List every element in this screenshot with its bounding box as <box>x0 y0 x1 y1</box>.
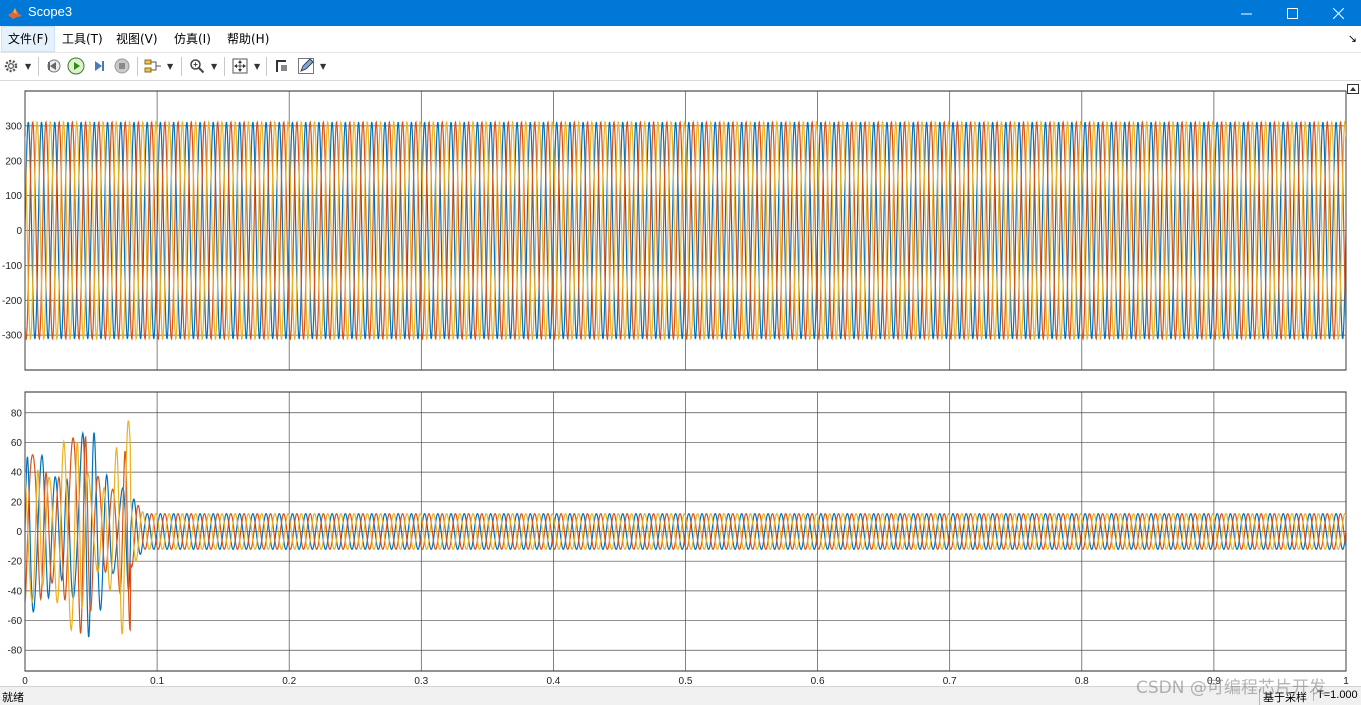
undock-icon[interactable] <box>1347 84 1359 94</box>
chevron-down-icon[interactable]: ▼ <box>320 62 326 71</box>
close-button[interactable] <box>1315 0 1361 26</box>
y-tick-label: 40 <box>11 468 23 479</box>
chevron-down-icon[interactable]: ▼ <box>254 62 260 71</box>
toolbar-separator <box>181 57 182 76</box>
y-tick-label: -300 <box>2 331 22 342</box>
x-tick-label: 0.7 <box>943 676 957 684</box>
x-tick-label: 0.8 <box>1075 676 1089 684</box>
zoom-button[interactable] <box>187 56 207 76</box>
menu-bar: 文件(F) 工具(T) 视图(V) 仿真(I) 帮助(H) ↘ <box>0 26 1361 53</box>
run-button[interactable] <box>66 56 86 76</box>
x-tick-label: 1 <box>1343 676 1349 684</box>
stop-icon <box>114 58 130 74</box>
x-tick-label: 0.5 <box>679 676 693 684</box>
x-tick-label: 0.1 <box>150 676 164 684</box>
chevron-down-icon[interactable]: ▼ <box>167 62 173 71</box>
stop-button[interactable] <box>112 56 132 76</box>
matlab-icon <box>8 8 22 19</box>
run-icon <box>67 57 85 75</box>
toolbar-separator <box>137 57 138 76</box>
y-tick-label: 60 <box>11 438 23 449</box>
menu-file[interactable]: 文件(F) <box>1 26 56 52</box>
y-tick-label: 100 <box>5 191 22 202</box>
toolbar-separator <box>224 57 225 76</box>
y-tick-label: 0 <box>16 226 22 237</box>
menu-view[interactable]: 视图(V) <box>110 26 164 52</box>
step-forward-icon <box>95 61 104 71</box>
signal-config-button[interactable] <box>143 56 163 76</box>
x-tick-label: 0.4 <box>546 676 560 684</box>
x-tick-label: 0.2 <box>282 676 296 684</box>
menu-simulation[interactable]: 仿真(I) <box>168 26 217 52</box>
y-tick-label: 0 <box>16 527 22 538</box>
signal-config-icon <box>144 59 161 73</box>
toolbar-separator <box>266 57 267 76</box>
x-tick-label: 0.3 <box>414 676 428 684</box>
y-tick-label: 20 <box>11 497 23 508</box>
scope-plots[interactable]: -300-200-1000100200300 0 0.1 0.2 0.3 0.4 0.5 0… <box>0 81 1361 687</box>
step-back-icon <box>47 59 61 73</box>
status-ready: 就绪 <box>2 691 24 704</box>
watermark: CSDN @可编程芯片开发 <box>1136 678 1326 698</box>
title-bar: Scope3 <box>0 0 1361 26</box>
x-tick-label: 0 <box>22 676 28 684</box>
close-icon <box>1332 7 1344 19</box>
settings-button[interactable] <box>1 56 21 76</box>
scope-figure: -300 -200 -100 0 100 200 300 0 0.1 0.2 0.3 0.4 0.5 0… <box>0 81 1361 687</box>
maximize-icon <box>1286 7 1298 19</box>
chevron-down-icon[interactable]: ▼ <box>211 62 217 71</box>
y-tick-label: -80 <box>8 646 23 657</box>
y-tick-label: -20 <box>8 557 23 568</box>
y-tick-label: 80 <box>11 408 23 419</box>
edit-icon <box>298 58 314 74</box>
arrow-icon[interactable]: ↘ <box>1348 32 1357 45</box>
chevron-down-icon[interactable]: ▼ <box>25 62 31 71</box>
edit-button[interactable] <box>296 56 316 76</box>
window-title: Scope3 <box>28 4 73 19</box>
y-tick-label: -200 <box>2 296 22 307</box>
step-forward-button[interactable] <box>89 56 109 76</box>
toolbar: ▼ ▼ ▼ ▼ ▼ <box>0 53 1361 81</box>
menu-help[interactable]: 帮助(H) <box>221 26 275 52</box>
highlight-block-icon <box>276 60 287 72</box>
toolbar-separator <box>38 57 39 76</box>
zoom-icon <box>190 59 205 74</box>
menu-tools[interactable]: 工具(T) <box>56 26 109 52</box>
maximize-button[interactable] <box>1269 0 1315 26</box>
y-tick-label: -60 <box>8 616 23 627</box>
y-tick-label: 300 <box>5 121 22 132</box>
voltage-axes[interactable]: -300 -200 -100 0 100 200 300 <box>2 90 1347 371</box>
step-back-button[interactable] <box>43 56 63 76</box>
y-tick-label: 200 <box>5 156 22 167</box>
fit-axes-icon <box>232 58 248 74</box>
fit-axes-button[interactable] <box>230 56 250 76</box>
y-tick-label: -40 <box>8 586 23 597</box>
gear-icon <box>4 59 18 73</box>
x-tick-label: 0.6 <box>811 676 825 684</box>
minimize-button[interactable] <box>1223 0 1269 26</box>
highlight-block-button[interactable] <box>272 56 292 76</box>
y-tick-label: -100 <box>2 261 22 272</box>
current-axes[interactable]: 0 0.1 0.2 0.3 0.4 0.5 0.6 0.7 0.8 0.9 1-80-60-40-2… <box>8 391 1350 687</box>
minimize-icon <box>1240 13 1252 14</box>
